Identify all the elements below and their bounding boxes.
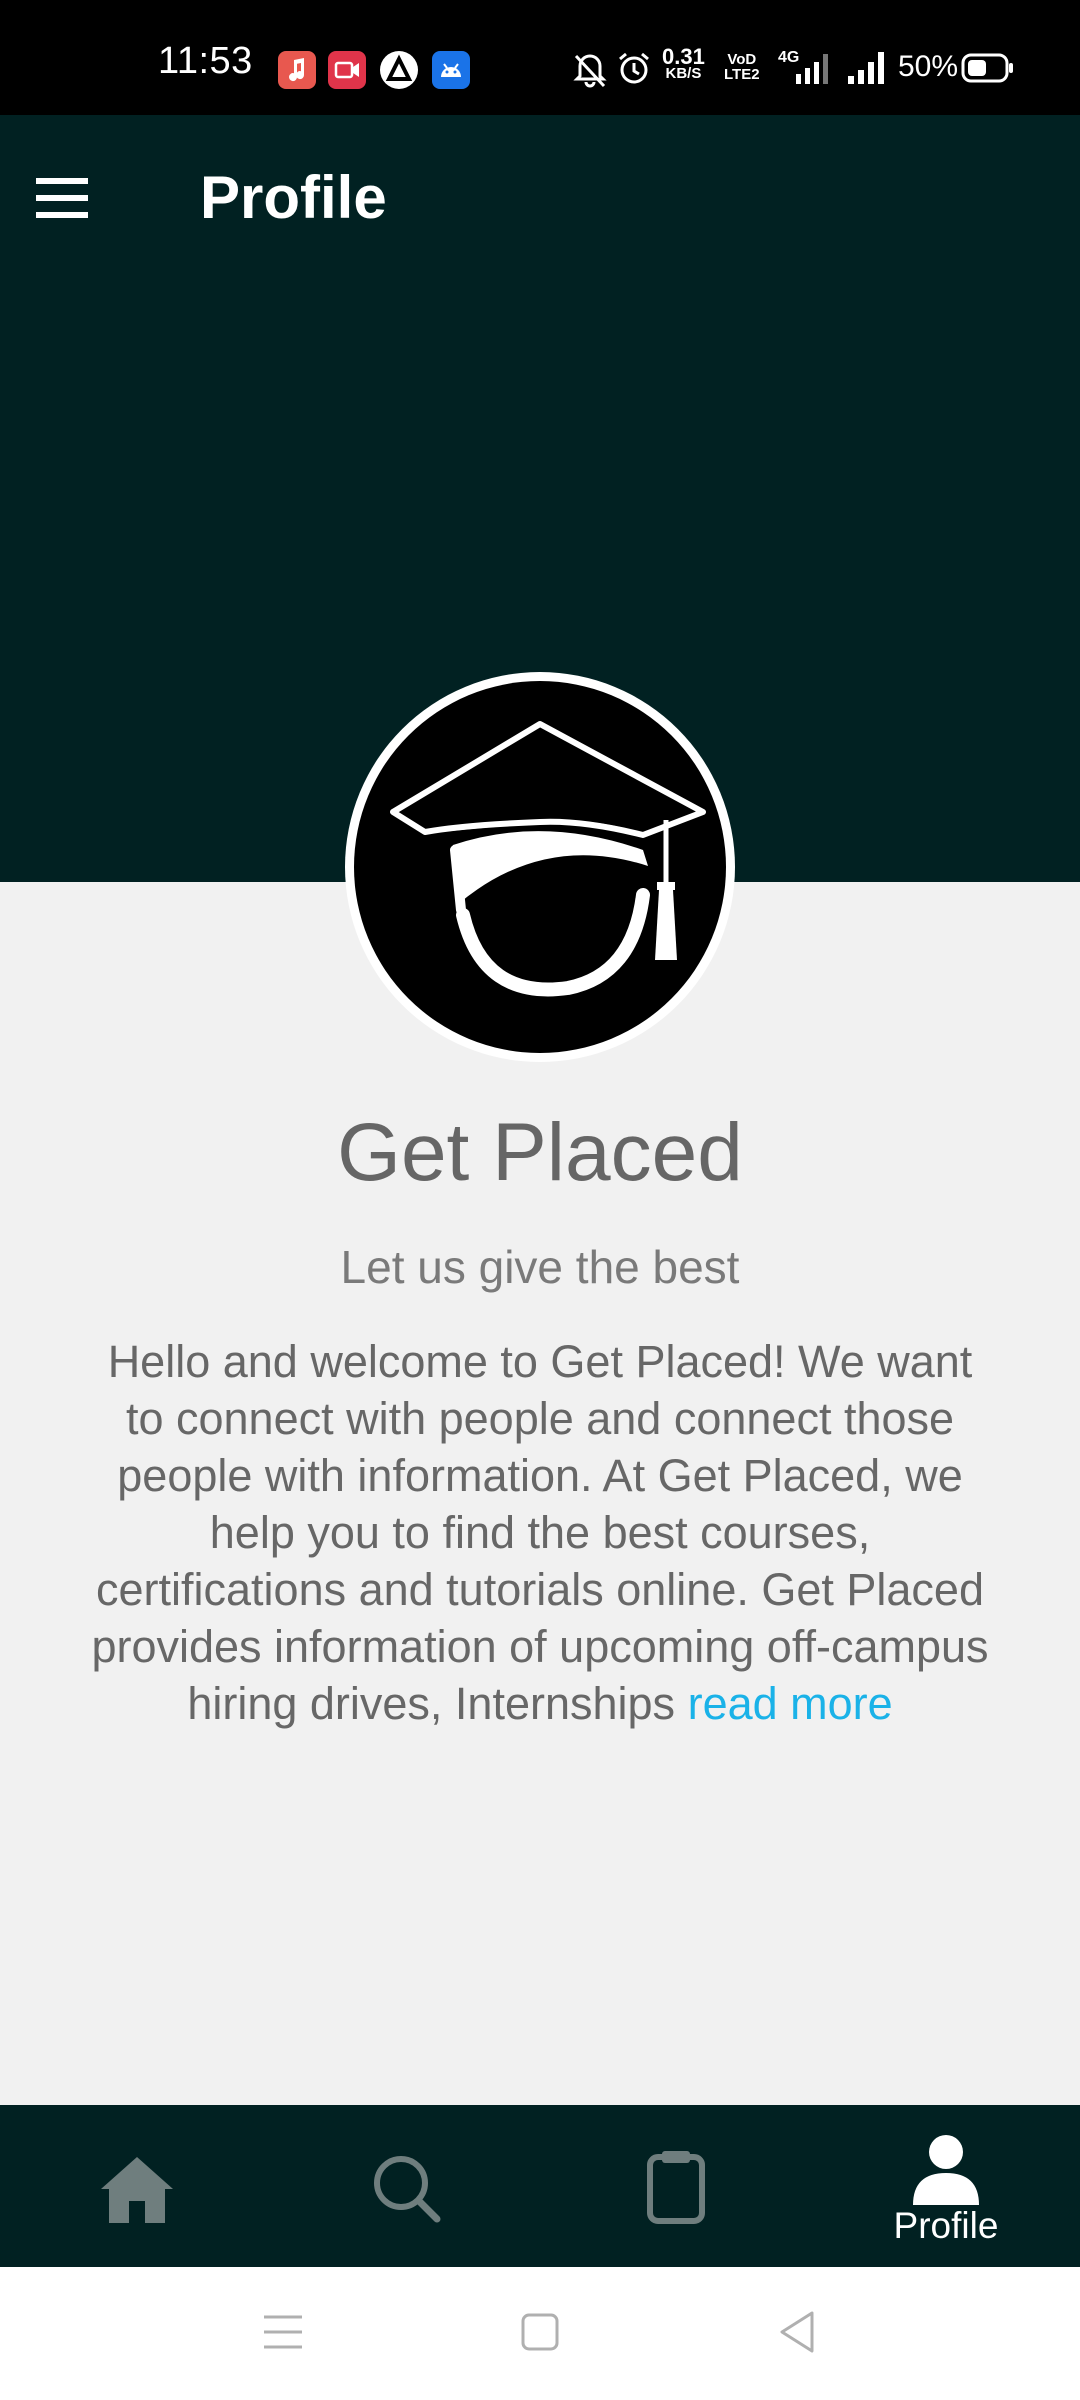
network-speed-value: 0.31	[662, 44, 705, 69]
search-icon	[374, 2156, 441, 2223]
clipboard-icon	[647, 2151, 705, 2224]
status-time: 11:53	[158, 40, 253, 82]
bottom-nav: Profile	[0, 2105, 1080, 2267]
back-icon[interactable]	[772, 2307, 822, 2357]
description-text: Hello and welcome to Get Placed! We want…	[91, 1336, 989, 1729]
home-icon	[101, 2157, 173, 2223]
read-more-link[interactable]: read more	[688, 1678, 893, 1729]
volte-indicator: VoD LTE2	[724, 52, 760, 82]
page-title: Profile	[200, 164, 387, 231]
nav-profile-label: Profile	[893, 2205, 999, 2246]
network-type-label: 4G	[778, 49, 799, 66]
signal-icon	[848, 52, 884, 84]
network-speed: 0.31 KB/S	[662, 44, 705, 82]
nav-search[interactable]	[306, 2105, 506, 2267]
brand-name: Get Placed	[337, 1107, 743, 1198]
nav-profile[interactable]: Profile	[846, 2105, 1046, 2267]
nav-clipboard[interactable]	[576, 2105, 776, 2267]
android-icon	[432, 51, 470, 89]
status-bar: 11:53 0.31 KB/S VoD LTE2 4G 50%	[0, 0, 1080, 115]
battery-percent: 50%	[898, 50, 959, 83]
profile-description: Hello and welcome to Get Placed! We want…	[90, 1333, 990, 1732]
home-button-icon[interactable]	[515, 2307, 565, 2357]
volte-top: VoD	[727, 51, 757, 68]
network-speed-unit: KB/S	[665, 65, 702, 82]
alarm-icon	[619, 52, 649, 84]
screen-recorder-icon	[328, 51, 366, 89]
person-icon	[913, 2135, 979, 2205]
volte-bottom: LTE2	[724, 66, 760, 83]
battery-icon	[961, 53, 1013, 83]
tagline: Let us give the best	[340, 1241, 740, 1293]
nav-home[interactable]	[37, 2105, 237, 2267]
silent-bell-icon	[573, 54, 607, 88]
system-nav-bar	[0, 2267, 1080, 2400]
recent-apps-icon[interactable]	[258, 2307, 308, 2357]
graduation-cap-icon	[345, 672, 735, 1062]
react-app-icon	[380, 51, 418, 89]
hamburger-menu-icon[interactable]	[36, 176, 88, 220]
signal-4g-icon: 4G	[778, 49, 828, 84]
music-app-icon	[278, 51, 316, 89]
